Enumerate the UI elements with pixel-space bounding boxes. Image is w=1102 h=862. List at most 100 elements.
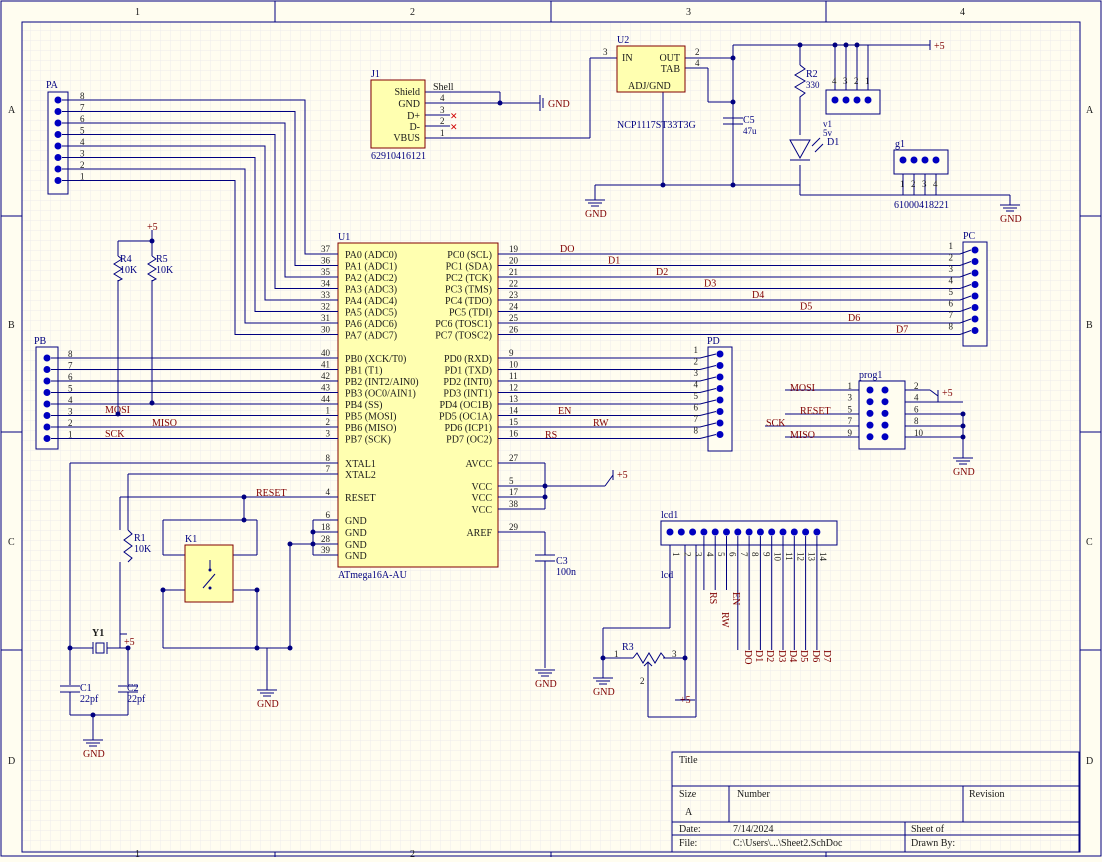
pin-num: 8: [694, 426, 699, 436]
file-value: C:\Users\...\Sheet2.SchDoc: [733, 838, 843, 849]
pin-number: 12: [509, 383, 518, 393]
pin-number: 36: [321, 256, 331, 266]
pin-num: 9: [848, 428, 853, 438]
net-label-mosi: MOSI: [790, 383, 815, 394]
pin-num: 10: [914, 428, 924, 438]
gnd-label: GND: [1000, 214, 1022, 225]
pin-num: 7: [694, 414, 699, 424]
row-label: A: [1086, 105, 1094, 116]
header-pin: [716, 419, 724, 427]
pin-label: PB7 (SCK): [345, 435, 391, 446]
header-pin: [745, 528, 753, 536]
pin-num: 2: [854, 76, 859, 86]
d1-ref: D1: [827, 137, 839, 148]
pin-num: 8: [750, 552, 760, 557]
pin-number: 7: [326, 464, 331, 474]
row-label: B: [1086, 320, 1093, 331]
pin-num: 4: [914, 393, 919, 403]
pin-num: 3: [843, 76, 848, 86]
header-pin: [716, 431, 724, 438]
u1-part: ATmega16A-AU: [338, 570, 408, 581]
sheet-label: Sheet of: [911, 824, 945, 835]
header-pin: [54, 165, 62, 173]
header-pin: [971, 292, 979, 300]
prog1-ref: prog1: [859, 370, 882, 381]
pin-number: 38: [509, 499, 519, 509]
pin-num: 2: [694, 357, 699, 367]
header-pin: [43, 354, 51, 362]
header-pin: [689, 528, 697, 536]
pin-num: 4: [832, 76, 837, 86]
pin-number: 9: [509, 348, 514, 358]
pin-number: 39: [321, 545, 331, 555]
pin-number: 29: [509, 522, 519, 532]
pin-num: 7: [949, 310, 954, 320]
pin-label: PB0 (XCK/T0): [345, 354, 406, 365]
pin-number: 4: [326, 487, 331, 497]
pin-num: 5: [848, 404, 853, 414]
pin-num: 13: [807, 552, 817, 562]
pin-label: PC0 (SCL): [447, 250, 492, 261]
r5-ref: R5: [156, 254, 168, 265]
header-pin: [881, 398, 889, 406]
pin-number: 13: [509, 394, 519, 404]
lcd-ref: lcd1: [661, 510, 678, 521]
pin-number: 25: [509, 313, 519, 323]
pin-number: 33: [321, 290, 331, 300]
r2-value: 330: [806, 80, 820, 90]
pin-label: GND: [345, 551, 367, 562]
u2-in-label: IN: [622, 53, 633, 64]
header-pin: [866, 433, 874, 441]
header-pin: [54, 142, 62, 150]
gnd-label: GND: [535, 679, 557, 690]
vcc-label: +5: [617, 470, 628, 481]
pin-num: 1: [848, 381, 853, 391]
c3-value: 100n: [556, 567, 576, 578]
schematic-canvas: 1 2 3 4 1 2 A B C D A B C D U1 ATmega16A…: [0, 0, 1102, 860]
header-pin: [971, 281, 979, 288]
lcd-net-label: D6: [810, 650, 821, 662]
lcd-net-label: RS: [707, 592, 718, 604]
net-label-data: D4: [752, 290, 764, 301]
y1-ref: Y1: [92, 628, 104, 639]
pin-label: PB2 (INT2/AIN0): [345, 377, 419, 388]
pin-num: 8: [949, 322, 954, 332]
header-pin: [43, 412, 51, 419]
header-pin: [866, 421, 874, 429]
net-label-en: EN: [558, 406, 571, 417]
pin-num: 3: [694, 552, 704, 557]
lcd-net-label: D7: [821, 650, 832, 662]
pin-number: 21: [509, 267, 518, 277]
pin-number: 10: [509, 360, 519, 370]
c2-ref: C2: [127, 683, 139, 694]
header-pin: [54, 177, 62, 184]
header-pin: [881, 386, 889, 394]
pa-ref: PA: [46, 80, 59, 91]
header-pin: [716, 373, 724, 381]
pin-number: 24: [509, 302, 519, 312]
pin-label: PC7 (TOSC2): [435, 331, 492, 342]
header-pin: [43, 377, 51, 385]
pin-label: XTAL2: [345, 470, 376, 481]
header-pin: [43, 435, 51, 442]
gnd-label: GND: [593, 687, 615, 698]
header-pin: [716, 362, 724, 369]
lcd-net-label: D5: [798, 650, 809, 662]
r4-value: 10K: [120, 265, 138, 276]
file-label: File:: [679, 838, 697, 849]
j1-ref: J1: [371, 69, 380, 80]
pin-number: 14: [509, 406, 519, 416]
lcd-label: lcd: [661, 570, 673, 581]
pin-num: 10: [773, 552, 783, 562]
pin-label: PD7 (OC2): [446, 435, 492, 446]
gnd-label: GND: [953, 467, 975, 478]
pin-label: PA4 (ADC4): [345, 296, 397, 307]
r1-value: 10K: [134, 544, 152, 555]
pin-number: 17: [509, 487, 519, 497]
u2-ref: U2: [617, 35, 629, 46]
schematic-sheet: 1 2 3 4 1 2 A B C D A B C D U1 ATmega16A…: [0, 0, 1102, 860]
pin-num: 6: [728, 552, 738, 557]
net-label-data: D2: [656, 267, 668, 278]
vcc-label: +5: [934, 41, 945, 52]
pin-number: 31: [321, 313, 330, 323]
